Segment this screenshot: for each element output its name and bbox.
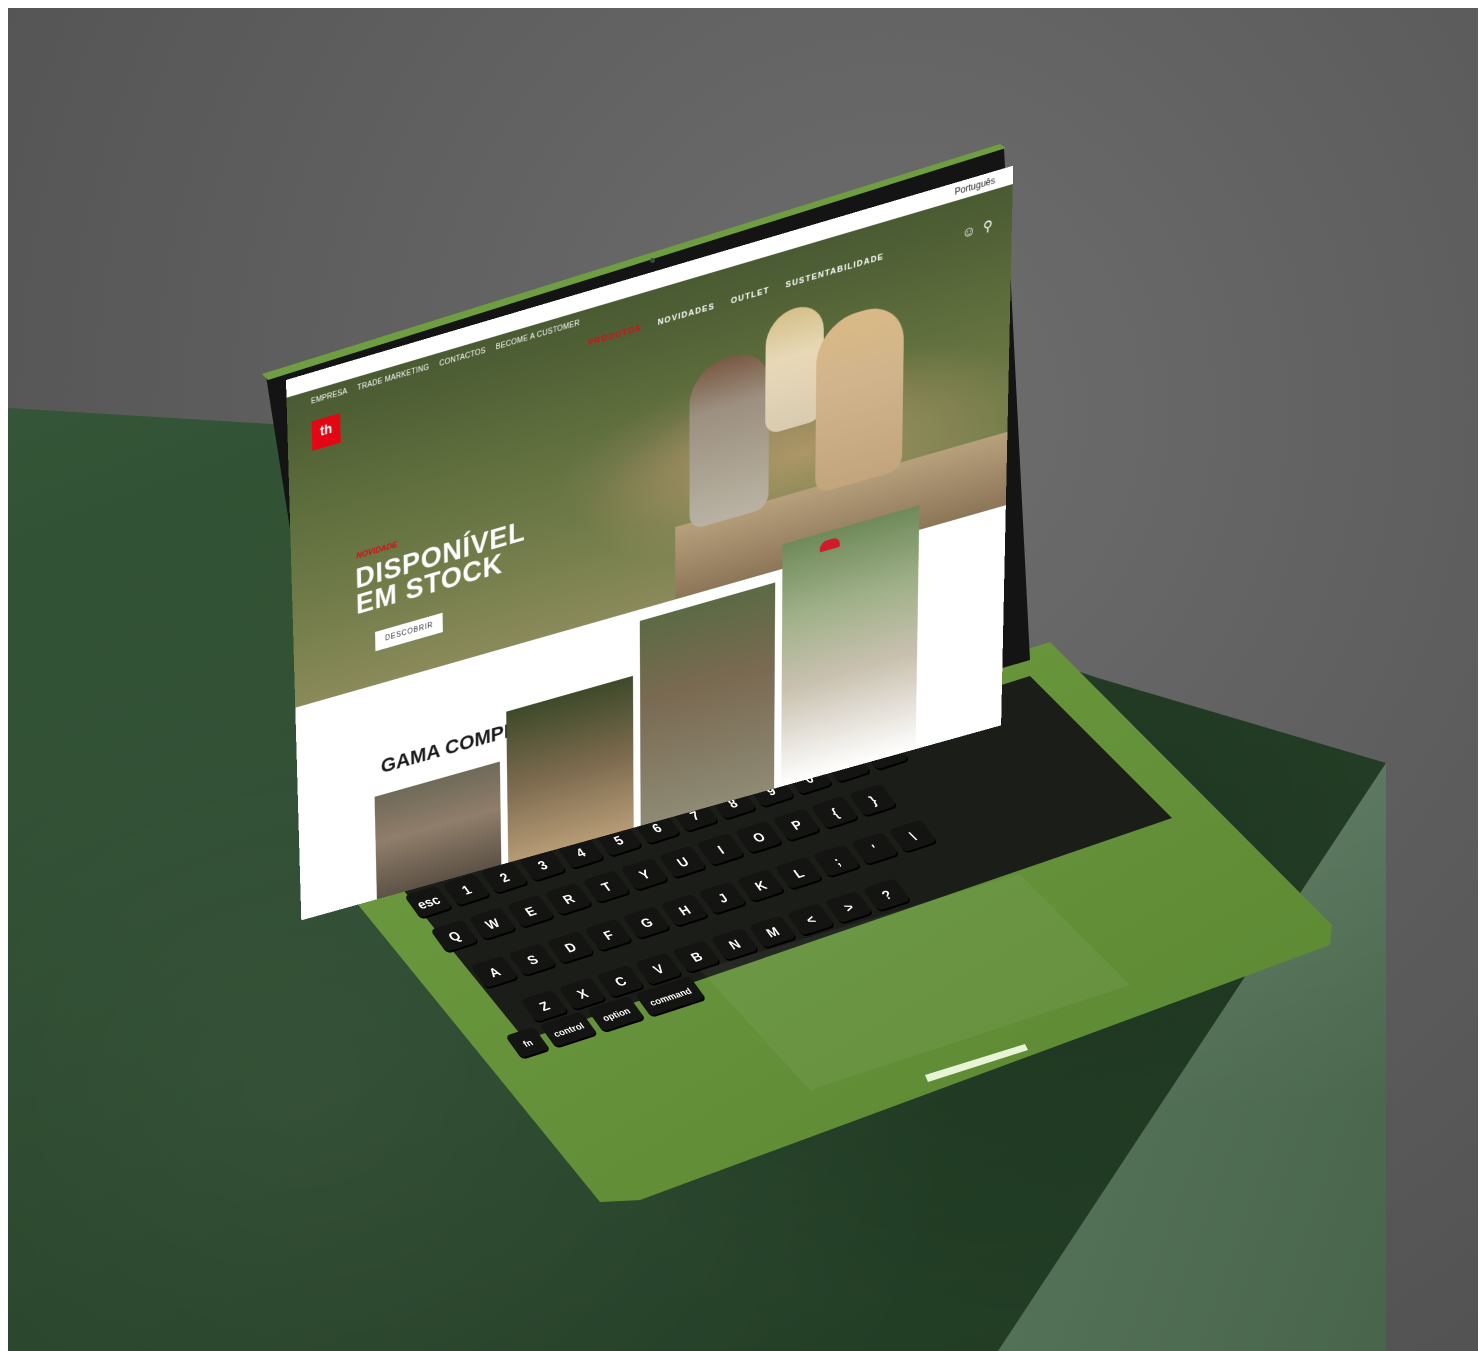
product-card-couple[interactable]	[781, 505, 919, 786]
header-icons: ☺ ⚲	[955, 217, 993, 244]
brand-logo[interactable]: th	[312, 413, 341, 451]
hero-person-woman	[815, 299, 904, 495]
nav-link-contactos[interactable]: CONTACTOS	[439, 347, 485, 369]
webcam-icon	[650, 258, 655, 263]
hero-person-man	[689, 346, 769, 531]
nav-produtos[interactable]: PRODUTOS	[588, 323, 642, 348]
nav-link-empresa[interactable]: EMPRESA	[311, 387, 348, 406]
nav-outlet[interactable]: OUTLET	[731, 286, 770, 306]
red-cap	[820, 537, 840, 553]
logo-mark: th	[320, 421, 332, 439]
photo-scene: esc1234567890-+ QWERTYUIOP{} ASDFGHJKL;'…	[0, 0, 1482, 1351]
nav-novidades[interactable]: NOVIDADES	[658, 302, 715, 328]
nav-sustentabilidade[interactable]: SUSTENTABILIDADE	[786, 252, 885, 290]
user-icon[interactable]: ☺	[962, 222, 976, 241]
product-card-man-hood[interactable]	[640, 582, 775, 825]
search-icon[interactable]: ⚲	[983, 217, 993, 235]
